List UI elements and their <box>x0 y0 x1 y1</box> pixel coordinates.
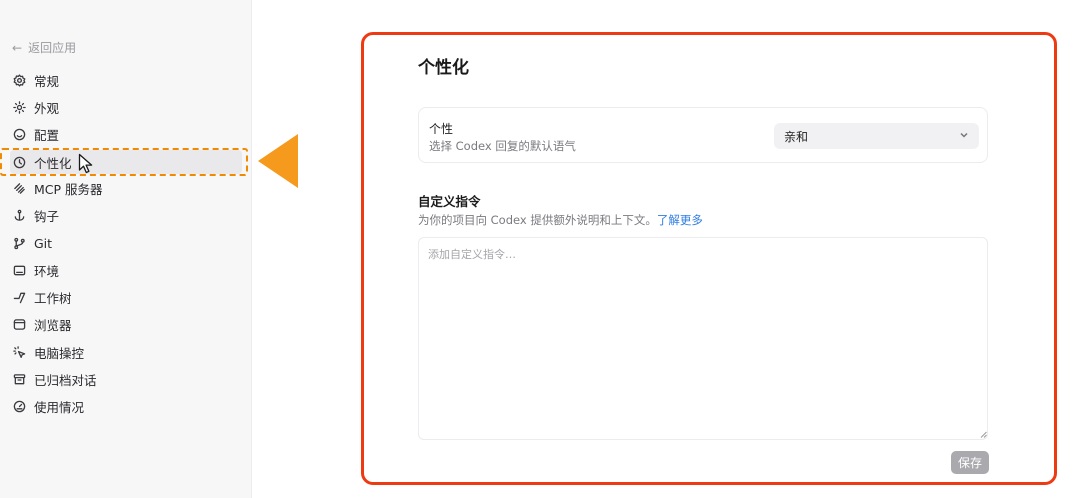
sidebar-item-label: Git <box>34 235 53 251</box>
sun-icon <box>12 100 26 114</box>
archive-icon <box>12 372 26 386</box>
personalize-icon <box>12 155 26 169</box>
sidebar-item-label: 电脑操控 <box>34 345 85 361</box>
sidebar-item-label: 浏览器 <box>34 317 72 333</box>
sidebar-item-appearance[interactable]: 外观 <box>10 95 242 119</box>
personality-select[interactable]: 亲和 <box>774 123 979 149</box>
sidebar-item-browser[interactable]: 浏览器 <box>10 312 242 336</box>
worktree-icon <box>12 290 26 304</box>
gauge-icon <box>12 399 26 413</box>
personality-title: 个性 <box>429 122 454 136</box>
chevron-down-icon <box>959 129 969 143</box>
sidebar-item-label: 环境 <box>34 263 60 279</box>
terminal-icon <box>12 263 26 277</box>
personality-selected-value: 亲和 <box>784 129 809 144</box>
custom-instructions-description: 为你的项目向 Codex 提供额外说明和上下文。了解更多 <box>418 212 703 228</box>
mouse-cursor-icon <box>78 153 93 174</box>
sidebar-item-general[interactable]: 常规 <box>10 68 242 92</box>
browser-icon <box>12 317 26 331</box>
mcp-icon <box>12 181 26 195</box>
annotation-arrow <box>258 134 298 188</box>
sidebar-item-personalization[interactable]: 个性化 <box>10 150 242 174</box>
back-label: 返回应用 <box>28 41 77 55</box>
sidebar-item-label: 已归档对话 <box>34 372 97 388</box>
page-title: 个性化 <box>418 58 469 78</box>
save-button[interactable]: 保存 <box>951 451 989 474</box>
sidebar-item-label: 个性化 <box>34 155 72 171</box>
git-icon <box>12 236 26 250</box>
cursor-sparkle-icon <box>12 345 26 359</box>
sidebar-item-label: 钩子 <box>34 208 60 224</box>
custom-instructions-input[interactable] <box>418 237 988 440</box>
custom-instructions-title: 自定义指令 <box>418 194 481 209</box>
sidebar-item-label: 常规 <box>34 73 60 89</box>
custom-instructions-description-text: 为你的项目向 Codex 提供额外说明和上下文。 <box>418 213 657 227</box>
sidebar-item-hooks[interactable]: 钩子 <box>10 203 242 227</box>
smile-icon <box>12 127 26 141</box>
resize-handle-icon[interactable] <box>980 431 987 438</box>
settings-sidebar: ← 返回应用 常规 外观 配置 个性化 MCP 服务器 钩子 Git 环境 工作… <box>0 0 252 498</box>
sidebar-item-label: 配置 <box>34 127 60 143</box>
sidebar-item-label: 工作树 <box>34 290 72 306</box>
learn-more-link[interactable]: 了解更多 <box>657 213 703 227</box>
sidebar-item-environment[interactable]: 环境 <box>10 258 242 282</box>
sidebar-item-label: 外观 <box>34 100 60 116</box>
sidebar-item-label: 使用情况 <box>34 399 85 415</box>
sidebar-item-archived[interactable]: 已归档对话 <box>10 367 242 391</box>
sidebar-item-mcp[interactable]: MCP 服务器 <box>10 176 242 200</box>
sidebar-item-computer-control[interactable]: 电脑操控 <box>10 340 242 364</box>
back-to-app-link[interactable]: ← 返回应用 <box>12 39 76 56</box>
anchor-icon <box>12 208 26 222</box>
sidebar-item-git[interactable]: Git <box>10 231 242 255</box>
sidebar-item-label: MCP 服务器 <box>34 181 103 197</box>
arrow-left-icon: ← <box>12 40 23 55</box>
personality-subtitle: 选择 Codex 回复的默认语气 <box>429 139 576 153</box>
sidebar-item-worktree[interactable]: 工作树 <box>10 285 242 309</box>
sidebar-item-usage[interactable]: 使用情况 <box>10 394 242 418</box>
sidebar-item-config[interactable]: 配置 <box>10 122 242 146</box>
personality-card: 个性 选择 Codex 回复的默认语气 亲和 <box>418 107 988 163</box>
gear-icon <box>12 73 26 87</box>
